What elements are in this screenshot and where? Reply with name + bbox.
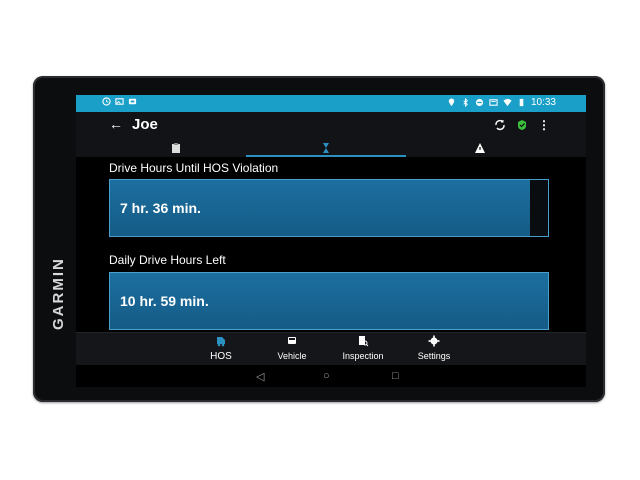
bluetooth-icon — [463, 98, 468, 107]
status-time: 10:33 — [530, 97, 556, 108]
battery-icon — [519, 98, 524, 107]
violation-value: 7 hr. 36 min. — [120, 200, 201, 216]
tab-hourglass-icon[interactable] — [320, 142, 332, 154]
system-home-icon[interactable]: ○ — [323, 370, 330, 382]
sync-icon[interactable] — [494, 119, 506, 131]
gear-icon — [428, 335, 440, 347]
tab-clipboard-icon[interactable] — [170, 142, 182, 154]
brand-logo: GARMIN — [50, 257, 67, 330]
status-check-icon[interactable] — [516, 119, 528, 131]
bottom-nav: HOS Vehicle Inspection Settings — [76, 332, 586, 366]
nav-settings[interactable]: Settings — [399, 335, 469, 361]
nav-hos[interactable]: HOS — [186, 335, 256, 362]
violation-label: Drive Hours Until HOS Violation — [109, 161, 279, 175]
nav-inspection-label: Inspection — [342, 351, 384, 361]
daily-drive-bar: 10 hr. 59 min. — [109, 272, 549, 330]
page-title: Joe — [132, 116, 158, 133]
tab-warning-icon[interactable] — [474, 142, 486, 154]
arrow-left-icon[interactable]: ← — [109, 116, 123, 132]
daily-drive-label: Daily Drive Hours Left — [109, 253, 226, 267]
cast-icon — [489, 99, 498, 106]
vehicle-icon — [288, 337, 296, 344]
location-icon — [448, 98, 455, 107]
violation-bar: 7 hr. 36 min. — [109, 179, 549, 237]
minus-circle-icon — [475, 98, 484, 107]
system-recents-icon[interactable]: □ — [392, 370, 399, 382]
hos-content: Drive Hours Until HOS Violation 7 hr. 36… — [76, 157, 586, 332]
status-bar: 10:33 — [76, 95, 586, 112]
more-vert-icon[interactable]: ⋮ — [538, 118, 550, 132]
screen: 10:33 ← Joe ⋮ Drive Hours Until HOS Viol… — [76, 95, 586, 387]
hourglass-icon — [102, 97, 111, 106]
app-bar: ← Joe ⋮ — [76, 112, 586, 140]
truck-icon — [128, 98, 137, 105]
nav-vehicle[interactable]: Vehicle — [257, 335, 327, 361]
system-nav: ◁ ○ □ — [76, 365, 586, 387]
inspection-icon — [359, 336, 369, 347]
daily-drive-value: 10 hr. 59 min. — [120, 293, 209, 309]
wifi-icon — [503, 98, 512, 107]
nav-inspection[interactable]: Inspection — [328, 335, 398, 361]
status-right-icons: 10:33 — [447, 97, 556, 108]
status-left-icons — [102, 97, 137, 106]
app-actions: ⋮ — [494, 118, 550, 132]
tab-bar — [76, 140, 586, 157]
truck-hos-icon — [217, 337, 225, 347]
system-back-icon[interactable]: ◁ — [256, 370, 264, 383]
nav-vehicle-label: Vehicle — [277, 351, 307, 361]
image-icon — [115, 98, 124, 105]
nav-settings-label: Settings — [417, 351, 451, 361]
nav-hos-label: HOS — [210, 351, 232, 362]
